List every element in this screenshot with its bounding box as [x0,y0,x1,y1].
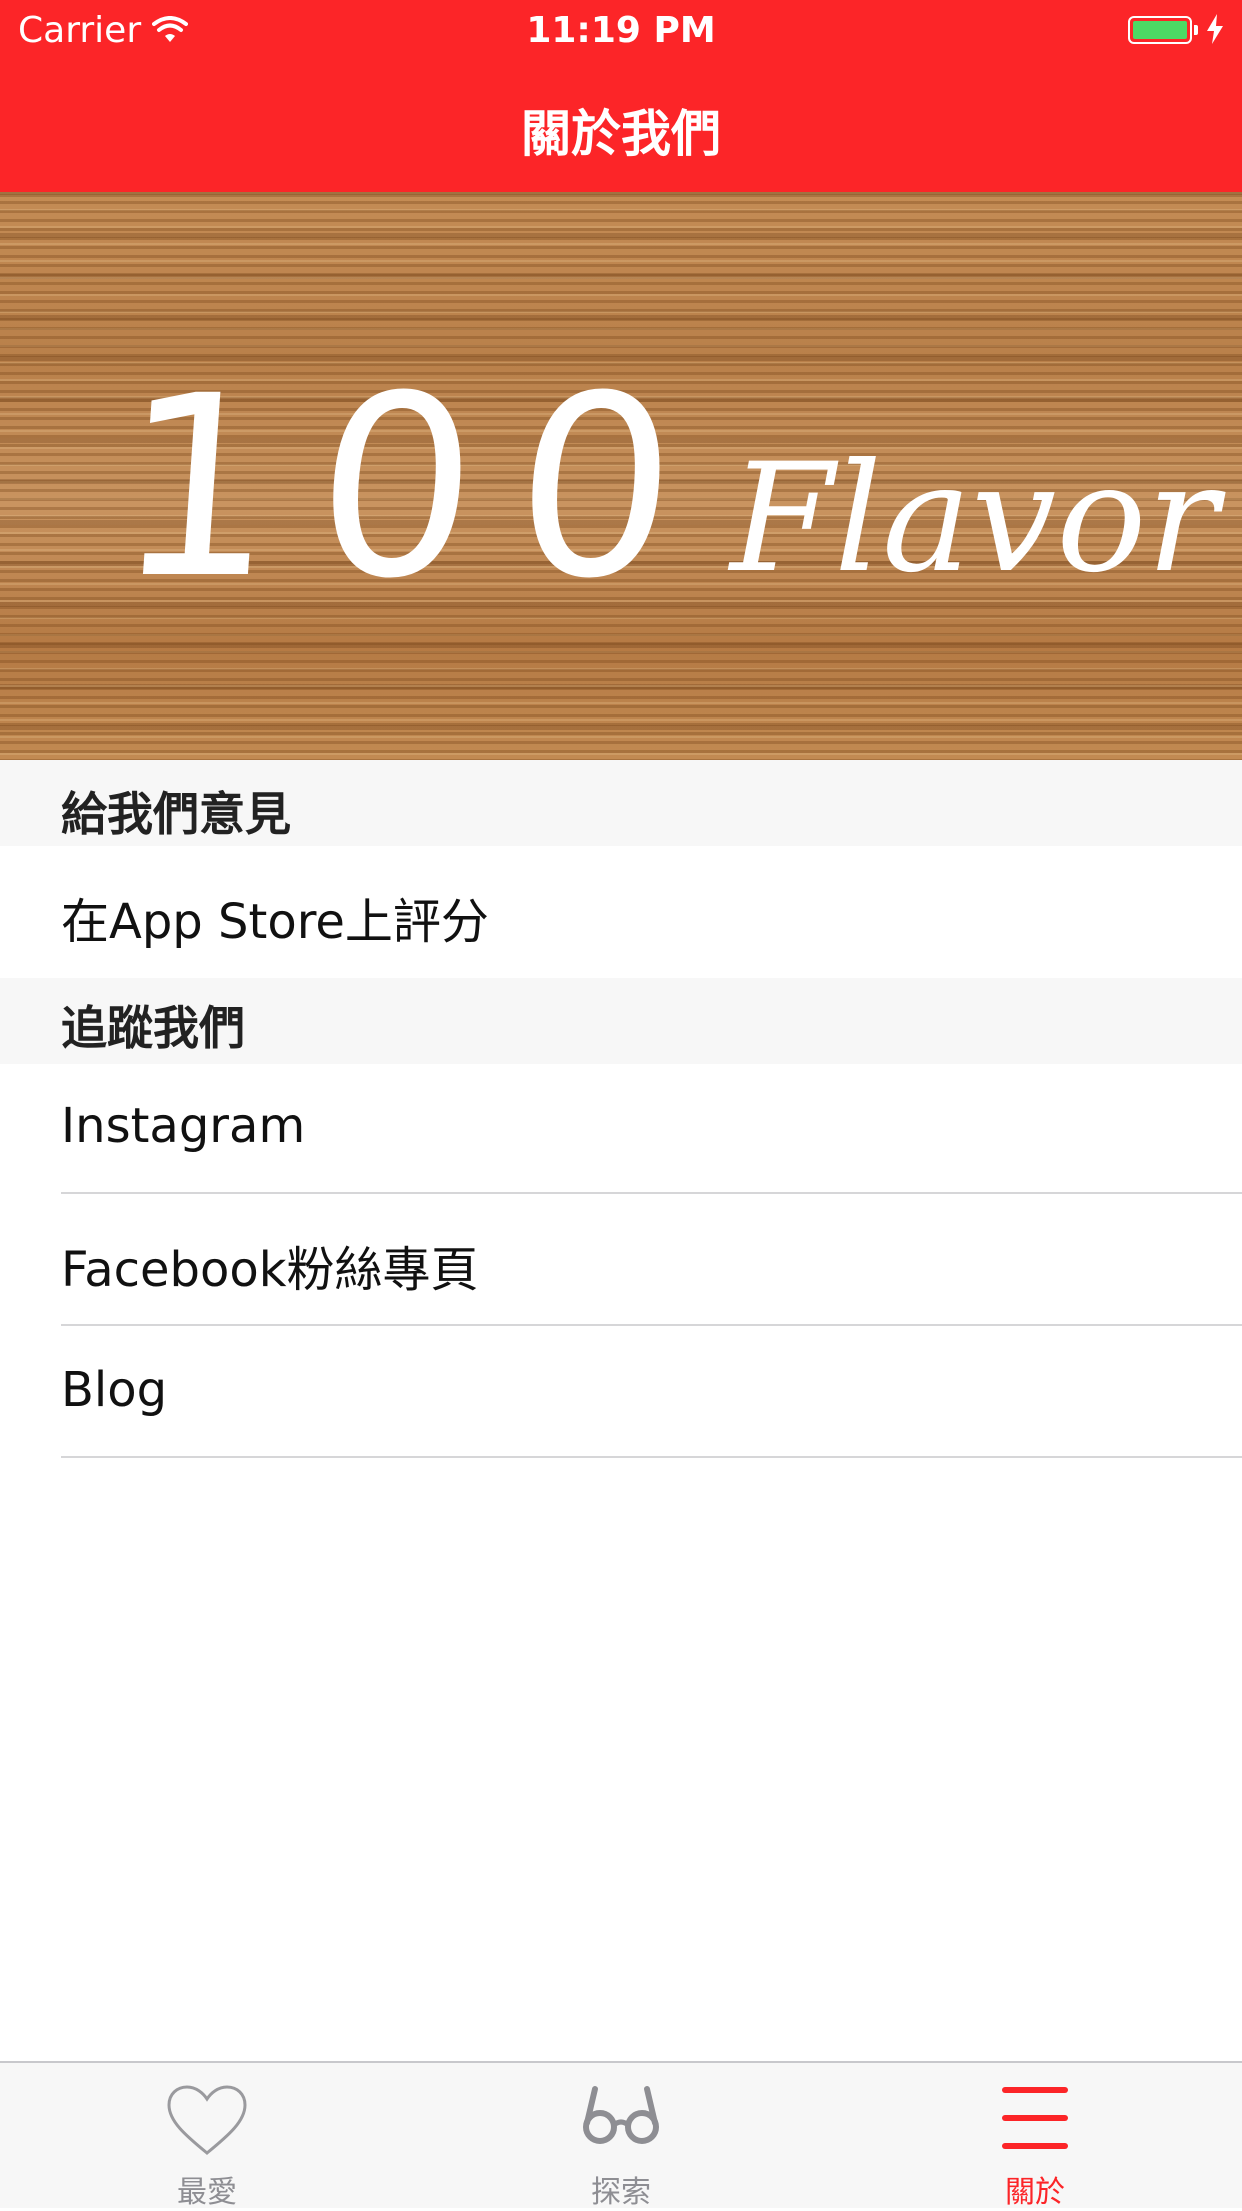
section-header-follow: 追蹤我們 [0,978,1242,1064]
row-blog[interactable]: Blog [0,1326,1242,1458]
row-separator [61,1456,1242,1458]
glasses-icon [583,2086,659,2144]
battery-tip [1194,25,1198,35]
page-title: 關於我們 [521,105,721,163]
section-header-feedback: 給我們意見 [0,760,1242,846]
row-label: 在App Store上評分 [61,894,489,950]
charging-bolt-icon [1207,14,1223,44]
section-header-label: 追蹤我們 [61,1001,245,1055]
row-facebook[interactable]: Facebook粉絲專頁 [0,1194,1242,1326]
menu-lines-icon [1002,2087,1068,2149]
tab-label: 探索 [591,2175,651,2210]
header-banner: 100 Flavor [0,192,1242,760]
section-header-label: 給我們意見 [61,787,291,841]
row-label: Blog [61,1362,168,1418]
tab-favorites[interactable]: 最愛 [0,2063,414,2210]
tab-label: 關於 [1005,2175,1065,2210]
tab-about[interactable]: 關於 [828,2063,1242,2210]
status-time: 11:19 PM [526,10,716,51]
banner-number: 100 [107,342,726,633]
row-label: Instagram [61,1098,306,1154]
row-rate-app-store[interactable]: 在App Store上評分 [0,846,1242,978]
banner-word: Flavor [730,432,1219,606]
tab-bar: 最愛 探索 關於 [0,2061,1242,2210]
navigation-bar: Carrier 11:19 PM 關於我們 [0,0,1242,192]
battery-icon [1128,16,1192,44]
tab-explore[interactable]: 探索 [414,2063,828,2210]
tab-label: 最愛 [177,2175,237,2210]
row-instagram[interactable]: Instagram [0,1064,1242,1194]
heart-icon [167,2085,247,2155]
row-label: Facebook粉絲專頁 [61,1242,479,1298]
